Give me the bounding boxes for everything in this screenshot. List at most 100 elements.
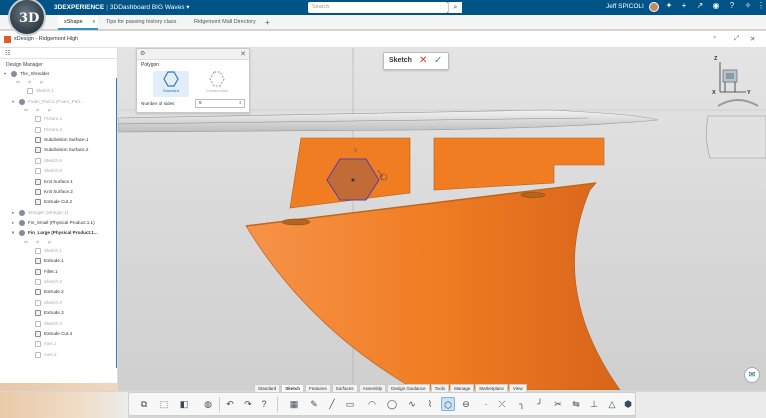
action-tab-tools[interactable]: Tools xyxy=(430,384,450,392)
compass-icon[interactable]: ✧ xyxy=(742,1,754,10)
panel-scrollbar[interactable] xyxy=(116,78,117,368)
chevron-down-icon[interactable]: ▾ xyxy=(93,19,96,25)
tree-sub-label[interactable]: pl xyxy=(48,239,51,244)
undo-icon[interactable]: ↶ xyxy=(223,397,237,411)
share-icon[interactable]: ↗ xyxy=(694,1,706,10)
tab-tips[interactable]: Tips for passing history class xyxy=(106,15,176,30)
tree-sub-label[interactable]: sf xyxy=(28,79,31,84)
expand-icon[interactable]: ⤢ xyxy=(734,35,739,43)
tree-row[interactable]: Subdivision Surface.2 xyxy=(0,145,117,155)
tree-row[interactable]: Sketch.4 xyxy=(0,319,117,329)
tree-row[interactable]: ▸ Stringer (Stringer.1) xyxy=(0,208,117,218)
action-tab-surfaces[interactable]: Surfaces xyxy=(331,384,358,392)
arc-icon[interactable]: ◠ xyxy=(365,397,379,411)
tree-sub-label[interactable]: sf xyxy=(36,107,39,112)
tree-row[interactable]: Axis.2 xyxy=(0,350,117,360)
action-tab-manage[interactable]: Manage xyxy=(450,384,475,392)
tree-row[interactable]: Fillet.1 xyxy=(0,267,117,277)
user-name[interactable]: Jeff SPICOLI xyxy=(606,3,644,10)
avatar[interactable] xyxy=(649,2,659,12)
chevron-right-icon[interactable]: ▸ xyxy=(12,218,14,228)
cube-icon[interactable]: ⬢ xyxy=(621,397,635,411)
tree-row[interactable]: Extrude Cut.4 xyxy=(0,329,117,339)
tab-xshape[interactable]: xShape ▾ xyxy=(58,15,98,30)
help-icon[interactable]: ? xyxy=(257,397,271,411)
dimension-icon[interactable]: △ xyxy=(605,397,619,411)
chamfer-icon[interactable]: ╯ xyxy=(533,397,547,411)
tree-row[interactable]: ▾ The_Shredder xyxy=(0,69,117,79)
tree-row[interactable]: Sketch.6 xyxy=(0,166,117,176)
search-input[interactable]: Search xyxy=(308,2,448,13)
action-tab-standard[interactable]: Standard xyxy=(254,384,281,392)
app-title[interactable]: 3DEXPERIENCE | 3DDashboard BIG Waves ▾ xyxy=(54,3,190,11)
bookmark-icon[interactable]: ✦ xyxy=(663,1,675,10)
line-icon[interactable]: ╱ xyxy=(325,397,339,411)
tree-row[interactable]: Picture.1 xyxy=(0,114,117,124)
pen-icon[interactable]: ✎ xyxy=(307,397,321,411)
slot-icon[interactable]: ⊖ xyxy=(459,397,473,411)
tree-sub-label[interactable]: sf xyxy=(36,239,39,244)
sketch-plane-icon[interactable]: ▦ xyxy=(287,397,301,411)
polygon-icon[interactable]: ⬡ xyxy=(441,397,455,411)
action-tab-features[interactable]: Features xyxy=(305,384,331,392)
model-icon[interactable]: ⧉ xyxy=(137,397,151,411)
chevron-down-icon[interactable]: ▾ xyxy=(12,228,14,238)
action-tab-assembly[interactable]: Assembly xyxy=(358,384,387,392)
tree-row[interactable]: Sketch.1 xyxy=(0,86,117,96)
select-icon[interactable]: ⬚ xyxy=(157,397,171,411)
help-icon[interactable]: ? xyxy=(726,1,738,10)
action-tab-design-guidance[interactable]: Design Guidance xyxy=(387,384,430,392)
cancel-sketch-button[interactable]: ✕ xyxy=(419,55,427,66)
tree-row[interactable]: Picture.2 xyxy=(0,125,117,135)
offset-icon[interactable]: ⤫ xyxy=(495,397,509,411)
chevron-down-icon[interactable]: ▾ xyxy=(4,69,6,79)
close-icon[interactable]: ✕ xyxy=(750,35,755,43)
tree-sub-label[interactable]: pl xyxy=(48,107,51,112)
tree-sub-label[interactable]: pl xyxy=(40,79,43,84)
tree-row[interactable]: Extrude.2 xyxy=(0,287,117,297)
trim-icon[interactable]: ✂ xyxy=(551,397,565,411)
redo-icon[interactable]: ↷ xyxy=(241,397,255,411)
tree-row[interactable]: Axis.1 xyxy=(0,339,117,349)
tree-row[interactable]: Extrude Cut.2 xyxy=(0,197,117,207)
search-icon[interactable]: ⌕ xyxy=(448,2,462,13)
stepper-arrows-icon[interactable]: ⇕ xyxy=(239,100,242,105)
app-menu-icon[interactable]: ⋮ xyxy=(755,1,766,10)
tree-row[interactable]: Knit Surface.1 xyxy=(0,177,117,187)
tree-sub-label[interactable]: sk xyxy=(16,79,20,84)
appearance-icon[interactable]: ◍ xyxy=(201,397,215,411)
constraint-icon[interactable]: ⊥ xyxy=(587,397,601,411)
construction-mode-button[interactable]: Construction xyxy=(199,71,235,97)
tree-row[interactable]: Sketch.5 xyxy=(0,156,117,166)
chevron-right-icon[interactable]: ▸ xyxy=(12,208,14,218)
tree-row[interactable]: Extrude.1 xyxy=(0,256,117,266)
add-tab-button[interactable]: + xyxy=(265,15,270,30)
tree-row[interactable]: ▸ Fin_Small (Physical Product.1.1) xyxy=(0,218,117,228)
fillet-icon[interactable]: ╮ xyxy=(515,397,529,411)
standard-mode-button[interactable]: Standard xyxy=(153,71,189,97)
tree-row[interactable]: Knit Surface.2 xyxy=(0,187,117,197)
circle-icon[interactable]: ◯ xyxy=(385,397,399,411)
chevron-down-icon[interactable]: ▾ xyxy=(186,4,189,11)
tree-sub-label[interactable]: sk xyxy=(24,107,28,112)
tab-mall-directory[interactable]: Ridgemont Mall Directory xyxy=(194,15,256,30)
tree-row[interactable]: Sketch.1 xyxy=(0,246,117,256)
tree-row[interactable]: Subdivision Surface.1 xyxy=(0,135,117,145)
freehand-icon[interactable]: ⌇ xyxy=(423,397,437,411)
add-icon[interactable]: + xyxy=(678,1,690,10)
notification-icon[interactable]: ◉ xyxy=(710,1,722,10)
display-icon[interactable]: ◧ xyxy=(177,397,191,411)
tree-row[interactable]: Sketch.2 xyxy=(0,277,117,287)
rectangle-icon[interactable]: ▭ xyxy=(343,397,357,411)
tree-row[interactable]: Extrude.3 xyxy=(0,308,117,318)
collapse-icon[interactable]: ⌃ xyxy=(712,35,717,43)
action-tab-view[interactable]: View xyxy=(508,384,527,392)
point-icon[interactable]: · xyxy=(479,397,493,411)
tree-row[interactable]: ▾ Foam_Part.2 (Foam_Part... xyxy=(0,97,117,107)
spline-icon[interactable]: ∿ xyxy=(405,397,419,411)
tree-sub-label[interactable]: sk xyxy=(24,239,28,244)
action-tab-sketch[interactable]: Sketch xyxy=(281,384,305,392)
settings-icon[interactable]: ⚙ xyxy=(140,50,145,57)
tree-row[interactable]: Sketch.3 xyxy=(0,298,117,308)
view-compass[interactable]: Z X Y xyxy=(708,56,752,100)
